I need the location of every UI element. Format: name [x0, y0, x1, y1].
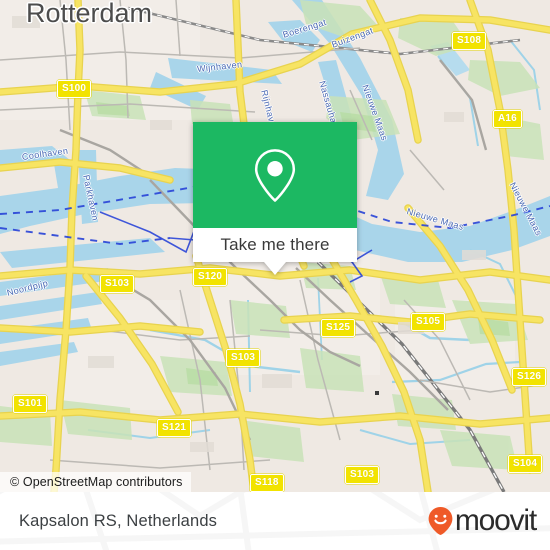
- moovit-place-card-screen: Rotterdam Wijnhaven Boerengat Buizengat Nas…: [0, 0, 550, 550]
- moovit-pin-smile-icon: [428, 507, 453, 535]
- road-shield: S104: [508, 455, 543, 473]
- take-me-there-label: Take me there: [220, 235, 330, 254]
- road-shield: S105: [411, 313, 446, 331]
- road-shield: S103: [345, 466, 380, 484]
- road-shield: S118: [250, 474, 284, 492]
- footer-bar: Kapsalon RS, Netherlands moovit: [0, 492, 550, 550]
- place-callout-card[interactable]: Take me there: [193, 122, 357, 275]
- road-shield: S121: [157, 419, 192, 437]
- road-shield: S126: [512, 368, 547, 386]
- road-shield: S103: [100, 275, 135, 293]
- callout-pointer-tail: [264, 262, 286, 275]
- callout-header: [193, 122, 357, 228]
- map-pin-icon: [254, 149, 296, 202]
- map-canvas[interactable]: Rotterdam Wijnhaven Boerengat Buizengat Nas…: [0, 0, 550, 492]
- road-shield: S101: [13, 395, 48, 413]
- road-shield: S108: [452, 32, 487, 50]
- road-shield: S125: [321, 319, 356, 337]
- moovit-wordmark: moovit: [454, 504, 537, 537]
- osm-attribution[interactable]: © OpenStreetMap contributors: [0, 472, 191, 492]
- callout-action-row[interactable]: Take me there: [193, 228, 357, 262]
- place-name-label: Kapsalon RS, Netherlands: [19, 511, 218, 530]
- road-shield: S103: [226, 349, 261, 367]
- moovit-brand-logo[interactable]: moovit: [427, 504, 537, 537]
- road-shield: S100: [57, 80, 92, 98]
- road-shield: A16: [493, 110, 522, 128]
